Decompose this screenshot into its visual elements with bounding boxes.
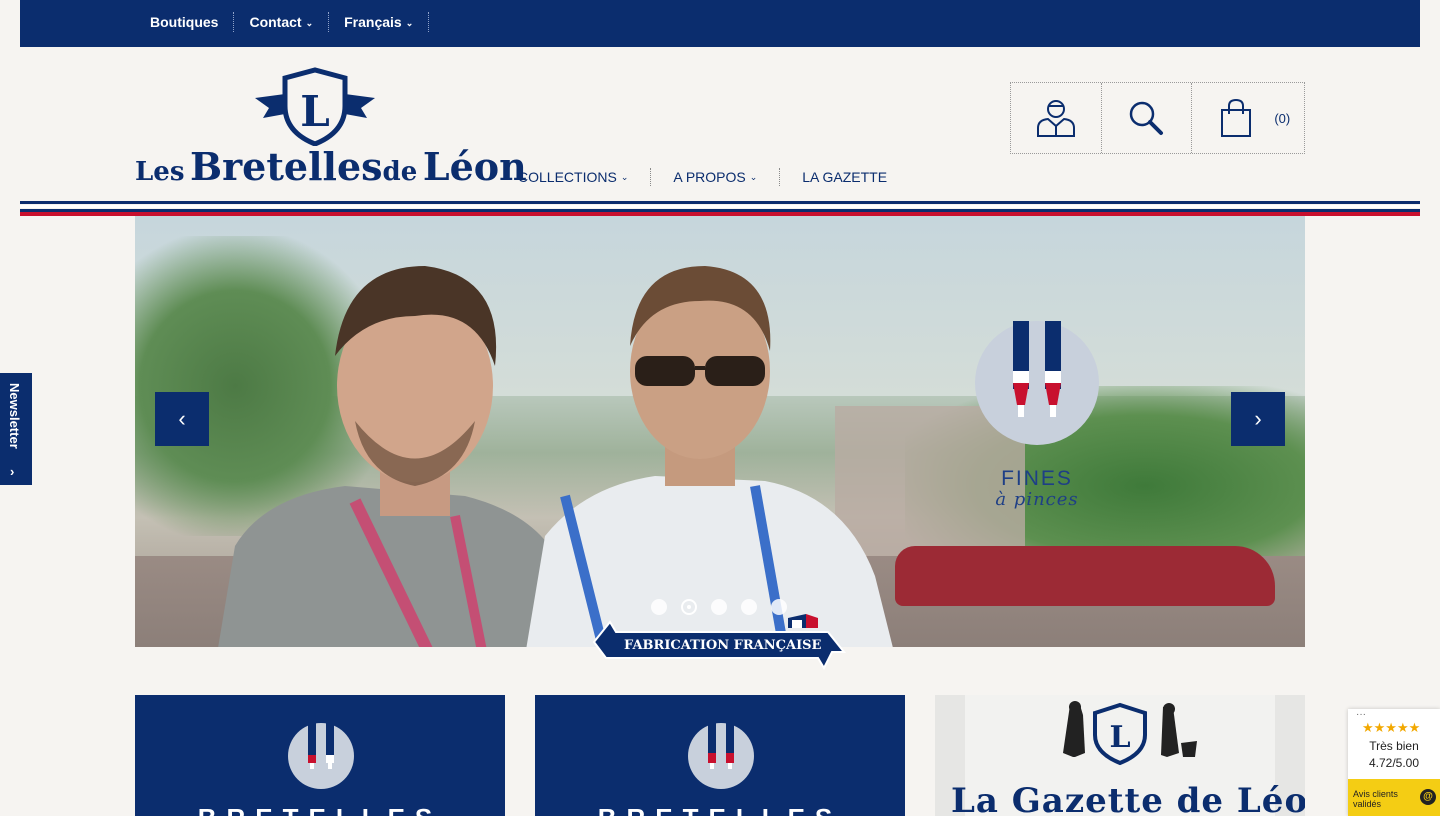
logo-word-leon: Léon (422, 144, 527, 189)
hero-model-right (526, 266, 893, 647)
chevron-left-icon: ‹ (178, 406, 186, 431)
gazette-title: La Gazette de Léon (951, 781, 1305, 816)
cart-count: (0) (1274, 110, 1291, 126)
search-icon (1130, 101, 1164, 135)
hero-overlay-title: FINES (1001, 467, 1073, 490)
verified-badge-icon: @ (1420, 789, 1436, 805)
site-logo[interactable]: L Les Bretellesde Léon (135, 66, 527, 186)
logo-word-bretelles: Bretelles (190, 144, 383, 189)
hero-slider[interactable]: FINES à pinces (135, 216, 1305, 647)
category-card-bretelles-1[interactable]: BRETELLES (135, 695, 505, 816)
stripe-white (20, 205, 1420, 208)
user-icon (1036, 100, 1075, 137)
hero-overlay-subtitle: à pinces (995, 489, 1079, 510)
newsletter-label: Newsletter (7, 383, 22, 449)
top-nav: Boutiques Contact ⌄ Français ⌄ (150, 12, 430, 32)
gazette-monogram: L (1109, 720, 1130, 755)
logo-wordmark: Les Bretellesde Léon (135, 148, 527, 186)
chevron-right-icon: › (10, 464, 15, 479)
topnav-language[interactable]: Français ⌄ (329, 12, 430, 32)
reviews-widget[interactable]: ··· ★★★★★ Très bien 4.72/5.00 Avis clien… (1348, 709, 1440, 816)
gazette-card[interactable]: L La Gazette de Léon (935, 695, 1305, 816)
suspenders-logo-icon (688, 723, 754, 789)
suspenders-logo-icon (288, 723, 354, 789)
made-in-france-ribbon: FABRICATION FRANÇAISE (592, 612, 848, 670)
category-card-bretelles-2[interactable]: BRETELLES (535, 695, 905, 816)
ribbon-label: FABRICATION FRANÇAISE (624, 638, 822, 653)
chevron-down-icon: ⌄ (620, 171, 629, 182)
nav-collections-label: COLLECTIONS (518, 169, 617, 185)
slider-prev-button[interactable]: ‹ (155, 392, 209, 446)
stripe-blue (20, 201, 1420, 204)
nav-a-propos[interactable]: A PROPOS ⌄ (651, 168, 781, 186)
card-title: BRETELLES (135, 803, 505, 816)
chevron-down-icon: ⌄ (749, 171, 758, 182)
main-nav: COLLECTIONS ⌄ A PROPOS ⌄ LA GAZETTE (518, 168, 909, 186)
topnav-contact-label: Contact (249, 14, 302, 30)
chevron-down-icon: ⌄ (405, 17, 414, 28)
more-icon[interactable]: ··· (1356, 709, 1366, 720)
logo-monogram: L (300, 87, 330, 136)
rating-score: 4.72/5.00 (1368, 756, 1420, 770)
topnav-language-label: Français (344, 14, 402, 30)
nav-la-gazette-label: LA GAZETTE (802, 169, 888, 185)
topnav-contact[interactable]: Contact ⌄ (234, 12, 330, 32)
topnav-boutiques-label: Boutiques (150, 14, 219, 30)
newsletter-tab[interactable]: Newsletter › (0, 373, 32, 485)
hero-boat (895, 546, 1275, 606)
shopping-bag-icon (1221, 98, 1252, 137)
nav-collections[interactable]: COLLECTIONS ⌄ (518, 168, 652, 186)
reviews-footer: Avis clients validés @ (1348, 779, 1440, 816)
logo-word-de: de (382, 157, 418, 187)
topnav-boutiques[interactable]: Boutiques (150, 12, 235, 32)
slider-next-button[interactable]: › (1231, 392, 1285, 446)
nav-a-propos-label: A PROPOS (673, 169, 746, 185)
rating-label: Très bien (1369, 739, 1419, 753)
top-bar: Boutiques Contact ⌄ Français ⌄ (20, 0, 1420, 47)
chevron-down-icon: ⌄ (305, 17, 314, 28)
account-button[interactable] (1011, 83, 1102, 153)
hero-overlay: FINES à pinces (975, 321, 1099, 510)
header-actions: (0) (1010, 82, 1305, 154)
reviews-footer-label: Avis clients validés (1353, 789, 1398, 809)
logo-crest-icon: L (255, 67, 375, 146)
search-button[interactable] (1102, 83, 1193, 153)
logo-word-les: Les (135, 157, 185, 187)
suspenders-logo-icon (975, 321, 1099, 445)
nav-la-gazette[interactable]: LA GAZETTE (780, 168, 909, 186)
rating-stars: ★★★★★ (1362, 720, 1421, 735)
chevron-right-icon: › (1254, 406, 1262, 431)
card-title: BRETELLES (535, 803, 905, 816)
cart-button[interactable]: (0) (1192, 83, 1304, 153)
